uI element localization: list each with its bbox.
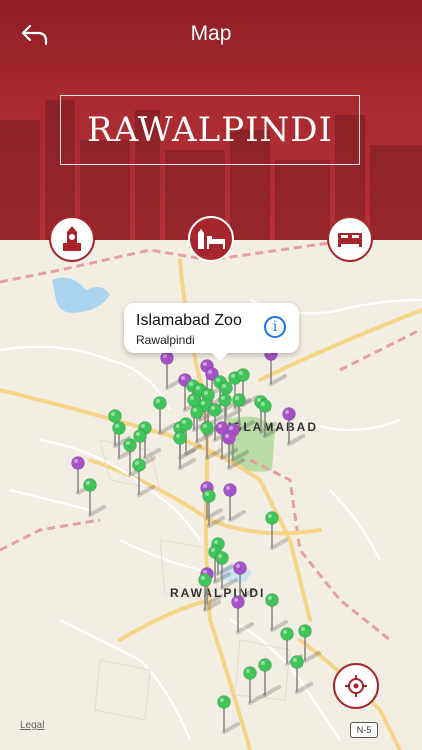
map-pin-green[interactable]	[243, 666, 266, 705]
city-title-box: RAWALPINDI	[60, 95, 360, 165]
map-pin-green[interactable]	[202, 489, 225, 528]
crosshair-icon	[345, 675, 367, 697]
map-pin-purple[interactable]	[282, 407, 305, 446]
map-pin-green[interactable]	[132, 458, 155, 497]
callout-title: Islamabad Zoo	[136, 312, 242, 329]
map-pin-purple[interactable]	[231, 595, 254, 634]
map-pin-green[interactable]	[258, 658, 281, 697]
callout-subtitle: Rawalpindi	[136, 333, 195, 347]
map-pin-green[interactable]	[217, 695, 240, 734]
map-pin-green[interactable]	[83, 478, 106, 517]
header-banner: Map RAWALPINDI	[0, 0, 422, 240]
map-pin-purple[interactable]	[160, 351, 183, 390]
city-name: RAWALPINDI	[87, 110, 333, 150]
map-pin-green[interactable]	[265, 511, 288, 550]
map-pin-green[interactable]	[265, 593, 288, 632]
map-pin-purple[interactable]	[223, 483, 246, 522]
legal-link[interactable]: Legal	[20, 720, 44, 731]
page-title: Map	[190, 22, 232, 45]
map-callout[interactable]: Islamabad Zoo Rawalpindi i	[124, 303, 299, 361]
info-icon[interactable]: i	[264, 316, 286, 338]
map-pin-green[interactable]	[153, 396, 176, 435]
locate-me-button[interactable]	[333, 663, 379, 709]
